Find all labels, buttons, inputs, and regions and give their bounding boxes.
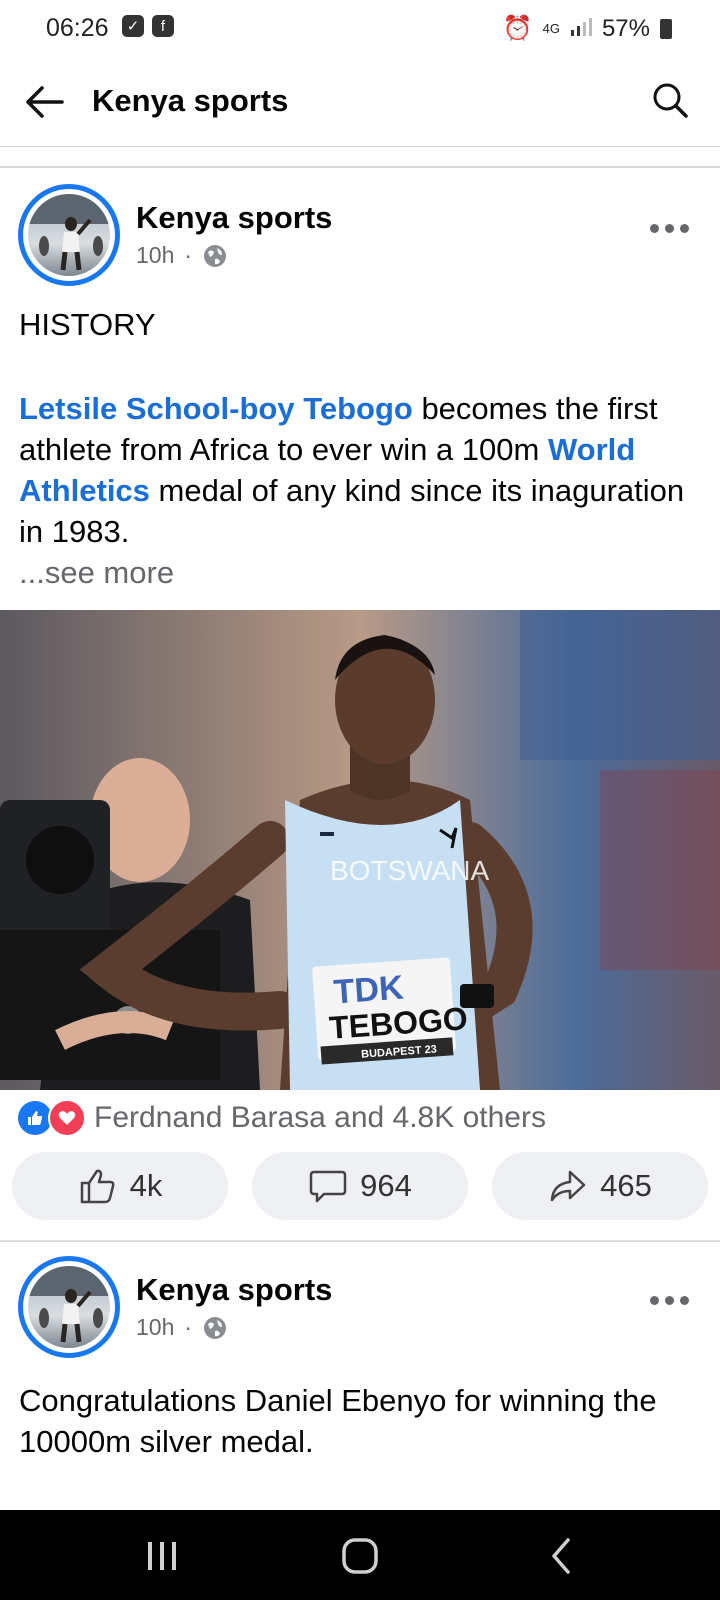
- more-options-button[interactable]: [650, 1290, 690, 1310]
- post-header-2: Kenya sports 10h ·: [0, 1256, 720, 1366]
- avatar[interactable]: [18, 1256, 120, 1358]
- globe-icon: [204, 1316, 227, 1339]
- checkbox-notification-icon: ✓: [122, 15, 144, 37]
- meta-separator: ·: [184, 242, 193, 268]
- more-options-button[interactable]: [650, 218, 690, 238]
- love-reaction-icon: [48, 1099, 86, 1137]
- post-body: Congratulations Daniel Ebenyo for winnin…: [19, 1383, 657, 1459]
- reactions-summary[interactable]: Ferdnand Barasa and 4.8K others: [16, 1098, 546, 1138]
- share-count: 465: [600, 1168, 652, 1203]
- comment-button[interactable]: 964: [252, 1152, 468, 1220]
- share-button[interactable]: 465: [492, 1152, 708, 1220]
- see-more-link[interactable]: ...see more: [19, 552, 709, 593]
- like-button[interactable]: 4k: [12, 1152, 228, 1220]
- post-image[interactable]: BOTSWANA TDK TEBOGO BUDAPEST 23: [0, 610, 720, 1090]
- alarm-icon: ⏰: [502, 15, 533, 42]
- post-meta: 10h ·: [136, 242, 228, 269]
- globe-icon: [204, 244, 227, 267]
- thumbs-up-icon: [80, 1169, 115, 1204]
- post-heading: HISTORY: [19, 307, 156, 342]
- network-type: 4G: [542, 20, 560, 36]
- post-divider: [0, 1240, 720, 1242]
- share-icon: [550, 1170, 586, 1202]
- status-time: 06:26: [46, 14, 109, 42]
- chevron-left-icon: [552, 1538, 570, 1574]
- athlete-link[interactable]: Letsile School-boy Tebogo: [19, 391, 413, 426]
- home-icon: [342, 1538, 378, 1574]
- page-title: Kenya sports: [92, 83, 289, 118]
- app-notification-icon: f: [152, 15, 174, 37]
- notification-icons: ✓ f: [122, 15, 174, 37]
- post-author[interactable]: Kenya sports: [136, 1272, 332, 1308]
- header-divider: [0, 166, 720, 168]
- avatar-image: [28, 194, 110, 276]
- avatar[interactable]: [18, 184, 120, 286]
- reactions-text: Ferdnand Barasa and 4.8K others: [94, 1101, 546, 1134]
- post-actions: 4k 964 465: [12, 1152, 710, 1220]
- recent-apps-icon: [148, 1542, 176, 1570]
- jersey-text: BOTSWANA: [330, 855, 490, 886]
- search-button[interactable]: [650, 80, 694, 124]
- post-time: 10h: [136, 1314, 175, 1340]
- back-button[interactable]: [22, 80, 70, 124]
- meta-separator: ·: [184, 1314, 193, 1340]
- post-meta: 10h ·: [136, 1314, 228, 1341]
- battery-icon: [660, 18, 672, 39]
- status-right: ⏰ 4G 57%: [503, 14, 672, 43]
- recent-apps-button[interactable]: [140, 1534, 184, 1578]
- system-nav-bar: [0, 1510, 720, 1600]
- avatar-image: [28, 1266, 110, 1348]
- comment-icon: [309, 1170, 347, 1203]
- back-nav-button[interactable]: [540, 1534, 584, 1578]
- battery-percent: 57%: [601, 14, 650, 42]
- search-icon: [653, 83, 688, 118]
- post-author[interactable]: Kenya sports: [136, 200, 332, 236]
- comment-count: 964: [360, 1168, 412, 1203]
- top-bar: Kenya sports: [0, 60, 720, 147]
- post-header: Kenya sports 10h ·: [0, 184, 720, 294]
- back-arrow-icon: [26, 86, 64, 118]
- post-body: Letsile School-boy Tebogo becomes the fi…: [19, 388, 709, 552]
- post-time: 10h: [136, 242, 175, 268]
- status-bar: 06:26 ✓ f ⏰ 4G 57%: [0, 0, 720, 56]
- like-count: 4k: [129, 1168, 163, 1203]
- signal-icon: [570, 15, 592, 43]
- home-button[interactable]: [338, 1534, 382, 1578]
